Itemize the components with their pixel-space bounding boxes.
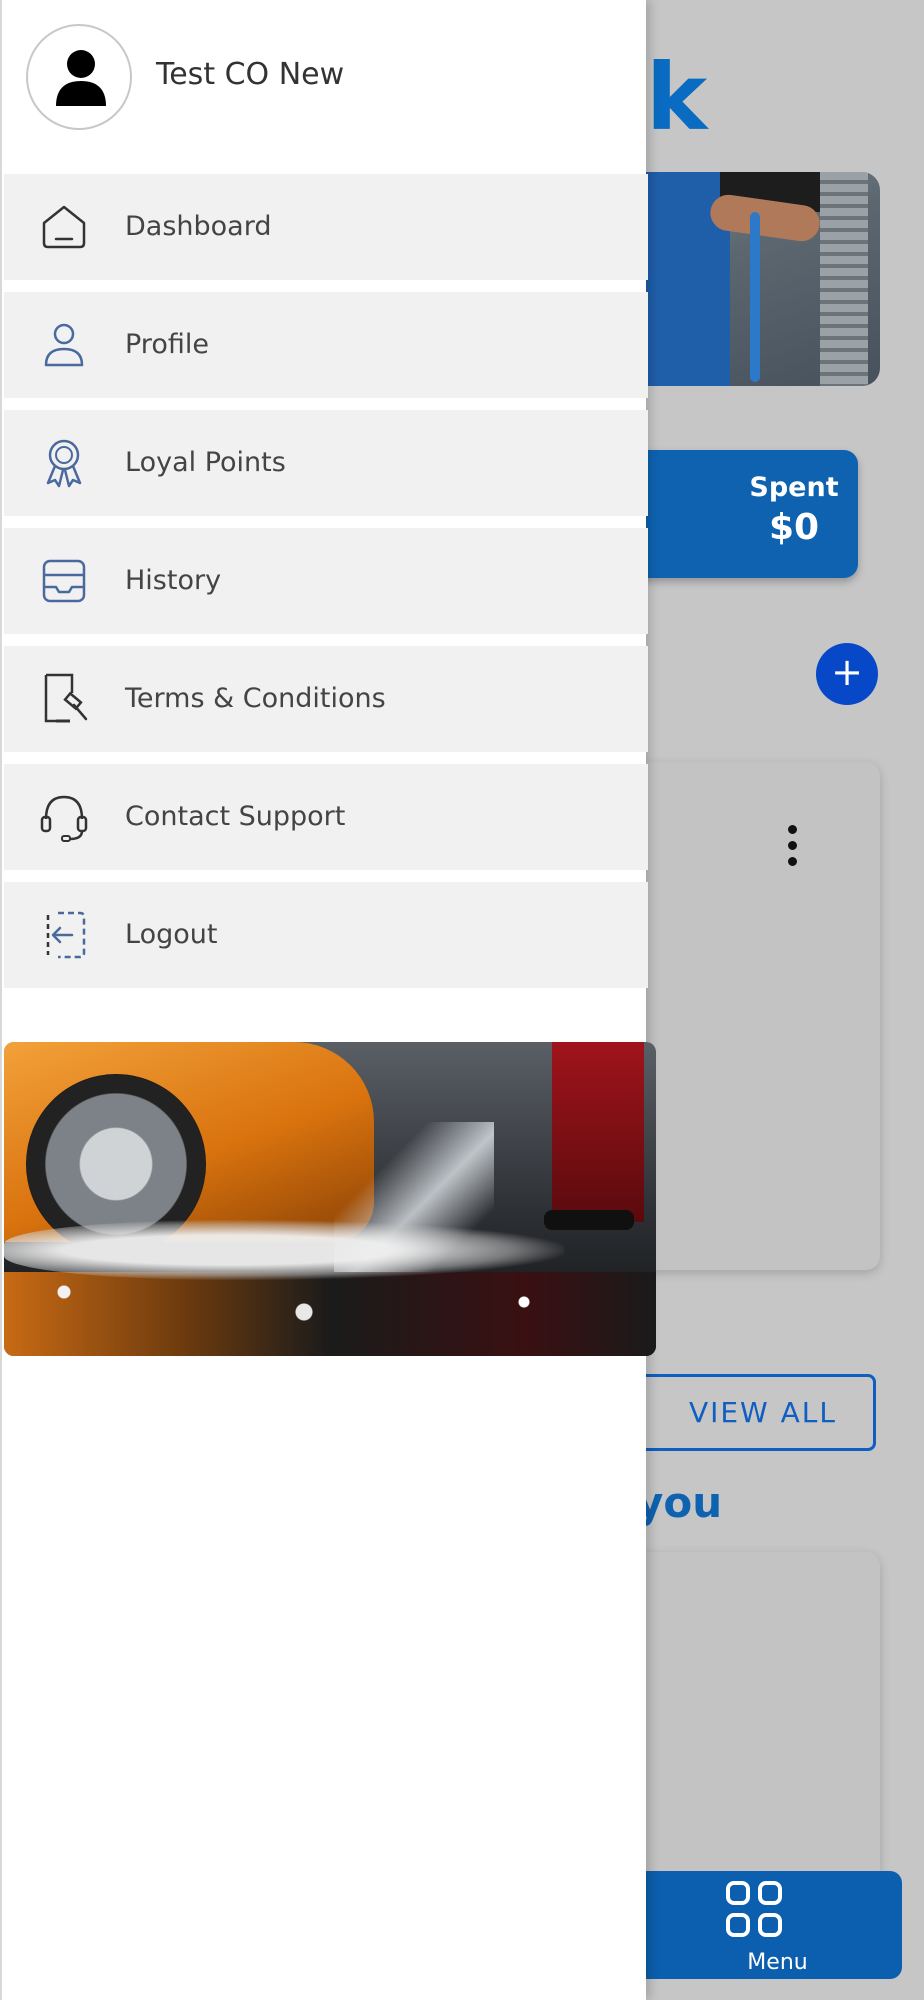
drawer-item-contact-support[interactable]: Contact Support (4, 764, 648, 870)
person-icon (56, 50, 106, 106)
award-ribbon-icon (46, 439, 82, 488)
drawer-item-label: Profile (125, 329, 209, 360)
drawer-item-dashboard[interactable]: Dashboard (4, 174, 648, 280)
document-gavel-icon (44, 673, 88, 723)
drawer-item-loyal-points[interactable]: Loyal Points (4, 410, 648, 516)
user-icon (44, 323, 84, 367)
drawer-item-history[interactable]: History (4, 528, 648, 634)
drawer-item-profile[interactable]: Profile (4, 292, 648, 398)
drawer-item-label: Logout (125, 919, 218, 950)
drawer-item-logout[interactable]: Logout (4, 882, 648, 988)
headset-icon (40, 795, 88, 842)
more-options-icon[interactable] (785, 825, 799, 873)
logout-icon (46, 911, 86, 959)
drawer-item-label: Loyal Points (125, 447, 286, 478)
drawer-item-label: Contact Support (125, 801, 346, 832)
avatar[interactable] (26, 24, 132, 130)
user-name: Test CO New (156, 57, 345, 92)
add-button[interactable]: + (816, 643, 878, 705)
car-wash-promo-image (4, 1042, 656, 1356)
home-icon (42, 205, 86, 249)
drawer-profile-header: Test CO New (2, 0, 648, 170)
side-drawer: Test CO New Dashboard Profile Loyal Poin… (0, 0, 656, 2000)
bottom-nav-menu-label[interactable]: Menu (600, 1950, 910, 1975)
drawer-item-terms[interactable]: Terms & Conditions (4, 646, 648, 752)
drawer-item-label: Terms & Conditions (125, 683, 386, 714)
brand-title-fragment: k (646, 44, 708, 151)
drawer-item-label: Dashboard (125, 211, 272, 242)
grid-menu-icon[interactable] (722, 1877, 786, 1941)
drawer-item-label: History (125, 565, 222, 596)
inbox-tray-icon (42, 559, 86, 603)
section-title-fragment: you (636, 1478, 723, 1527)
